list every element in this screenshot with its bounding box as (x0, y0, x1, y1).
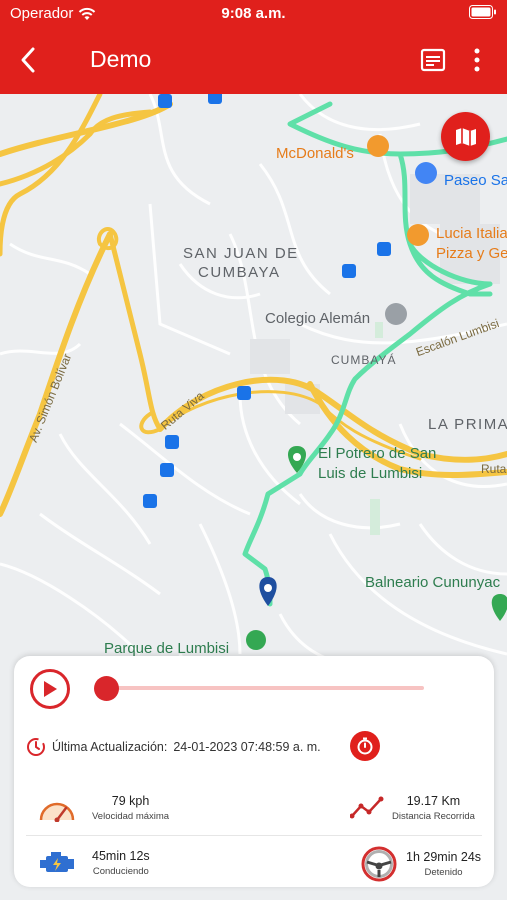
distance-value: 19.17 Km (406, 794, 461, 808)
chevron-left-icon (21, 47, 35, 73)
distance-graph-icon (350, 796, 384, 819)
history-clock-icon (27, 738, 45, 756)
distance-label: Distancia Recorrida (392, 811, 475, 822)
driving-label: Conduciendo (92, 866, 149, 877)
playback-slider-track[interactable] (106, 686, 424, 690)
map-label-paseo[interactable]: Paseo Sa (444, 172, 507, 189)
clock: 9:08 a.m. (221, 5, 286, 22)
map-label-balneario[interactable]: Balneario Cununyac (365, 574, 500, 591)
map-label-colegio[interactable]: Colegio Alemán (265, 310, 370, 327)
map-label-lucia-2[interactable]: Pizza y Ge (436, 245, 507, 262)
map-label-lucia-1[interactable]: Lucia Italia (436, 225, 507, 242)
map-label-mcdonalds[interactable]: McDonald's (276, 145, 354, 162)
last-update-value: 24-01-2023 07:48:59 a. m. (173, 740, 321, 754)
engine-icon (40, 852, 74, 872)
stopped-value: 1h 29min 24s (406, 850, 482, 864)
max-speed-label: Velocidad máxima (92, 811, 170, 822)
stopwatch-icon (357, 737, 373, 755)
map-label-ruta: Ruta (481, 462, 507, 476)
map-type-button[interactable] (441, 112, 490, 161)
battery-icon (469, 5, 496, 19)
map-label-cumbaya: CUMBAYÁ (331, 353, 397, 367)
speedometer-icon (39, 802, 75, 822)
stopwatch-button[interactable] (350, 731, 380, 761)
map-label-san-juan-1: SAN JUAN DE (183, 245, 299, 262)
steering-wheel-icon (361, 846, 397, 882)
driving-value: 45min 12s (92, 849, 150, 863)
max-speed-value: 79 kph (111, 794, 150, 808)
more-vertical-icon (474, 48, 480, 72)
report-button[interactable] (420, 47, 446, 73)
stopped-label: Detenido (424, 867, 463, 878)
stat-max-speed: 79 kph Velocidad máxima (38, 794, 169, 822)
playback-slider-knob[interactable] (93, 676, 119, 701)
stat-stopped: 1h 29min 24s Detenido (360, 845, 481, 883)
map-label-potrero-1[interactable]: El Potrero de San (318, 445, 436, 462)
play-button[interactable] (30, 669, 70, 709)
stat-driving: 45min 12s Conduciendo (38, 849, 150, 877)
map-label-parque[interactable]: Parque de Lumbisi (104, 640, 229, 657)
play-icon (44, 681, 57, 697)
app-bar: Demo (0, 26, 507, 94)
map-label-potrero-2[interactable]: Luis de Lumbisi (318, 465, 422, 482)
map-label-san-juan-2: CUMBAYA (198, 264, 281, 281)
map-label-la-prima: LA PRIMA (428, 416, 507, 433)
report-icon (420, 48, 446, 72)
trip-playback-panel: Última Actualización: 24-01-2023 07:48:5… (14, 656, 494, 887)
more-options-button[interactable] (467, 47, 487, 73)
stat-distance: 19.17 Km Distancia Recorrida (350, 794, 475, 822)
map-icon (455, 127, 476, 146)
last-update-row: Última Actualización: 24-01-2023 07:48:5… (26, 737, 321, 757)
back-button[interactable] (14, 45, 44, 75)
last-update-label: Última Actualización: (52, 740, 168, 754)
status-bar: Operador 9:08 a.m. (0, 0, 507, 26)
stats-divider (26, 835, 482, 836)
page-title: Demo (90, 46, 152, 72)
